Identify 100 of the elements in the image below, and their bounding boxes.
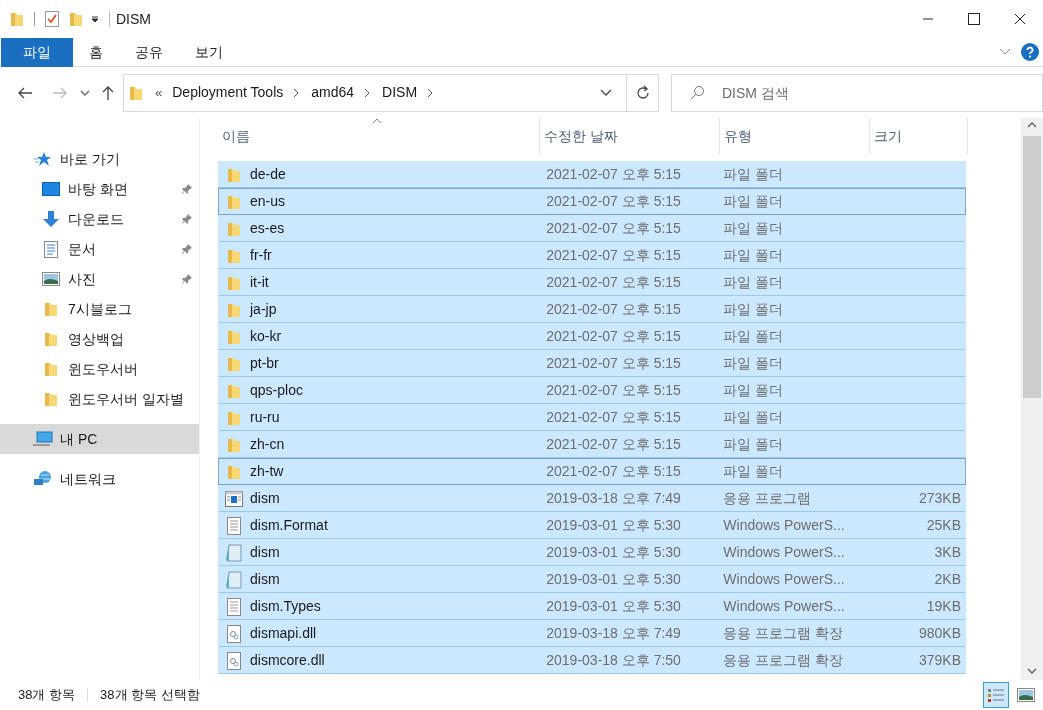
sidebar-item[interactable]: 바로 가기 [0,144,199,174]
type-cell: 파일 폴더 [723,409,784,425]
sidebar-item[interactable]: 7시블로그 [0,294,199,324]
date-cell: 2019-03-18 오후 7:50 [546,652,681,668]
size-cell-text: 19KB [926,597,961,616]
file-row[interactable]: dism 2019-03-01 오후 5:30 Windows PowerS... 2KB [218,566,966,593]
type-cell: 파일 폴더 [723,274,784,290]
help-icon[interactable] [1021,43,1039,61]
type-cell: Windows PowerS... [723,544,845,560]
sidebar-item[interactable]: 사진 [0,264,199,294]
ribbon-tab[interactable]: 보기 [179,37,239,67]
file-row[interactable]: it-it 2021-02-07 오후 5:15 파일 폴더 [218,269,966,296]
file-row[interactable]: dismcore.dll 2019-03-18 오후 7:50 응용 프로그램 확장 379KB [218,647,966,674]
file-row[interactable]: dism 2019-03-18 오후 7:49 응용 프로그램 273KB [218,485,966,512]
type-cell: 응용 프로그램 [723,490,812,506]
file-name: dismcore.dll [250,651,325,670]
breadcrumb[interactable]: DISM [382,82,418,103]
file-row[interactable]: dism 2019-03-01 오후 5:30 Windows PowerS... 3KB [218,539,966,566]
sidebar-item[interactable]: 문서 [0,234,199,264]
recent-dropdown-icon[interactable] [80,89,90,96]
checklist-icon[interactable] [45,11,59,27]
breadcrumb[interactable]: amd64 [311,82,355,103]
landscape-picture-icon [40,272,62,286]
file-row[interactable]: zh-tw 2021-02-07 오후 5:15 파일 폴더 [218,458,966,485]
date-cell: 2021-02-07 오후 5:15 [546,220,681,236]
type-cell: Windows PowerS... [723,598,845,614]
scroll-up-icon[interactable] [1027,122,1037,128]
file-row[interactable]: ko-kr 2021-02-07 오후 5:15 파일 폴더 [218,323,966,350]
chevron-right-icon[interactable] [427,87,434,98]
dropdown-icon[interactable] [91,16,99,22]
date-cell: 2021-02-07 오후 5:15 [546,436,681,452]
file-name: dismapi.dll [250,624,317,643]
refresh-button[interactable] [627,73,659,112]
sidebar-item[interactable]: 영상백업 [0,324,199,354]
file-name: it-it [250,273,269,292]
type-cell: 응용 프로그램 확장 [723,652,844,668]
ribbon-tab[interactable]: 공유 [119,37,179,67]
chevron-right-icon[interactable] [364,87,371,98]
file-row[interactable]: dismapi.dll 2019-03-18 오후 7:49 응용 프로그램 확장 980KB [218,620,966,647]
text-file-icon [224,597,244,616]
sidebar-item[interactable]: 네트워크 [0,464,199,494]
file-row[interactable]: pt-br 2021-02-07 오후 5:15 파일 폴더 [218,350,966,377]
address-bar[interactable]: « Deployment Tools amd64 DISM [123,73,628,112]
file-name: ko-kr [250,327,282,346]
search-field[interactable]: DISM 검색 [671,73,1043,112]
type-cell: 파일 폴더 [723,355,784,371]
sidebar-item[interactable]: 내 PC [0,424,199,454]
expand-ribbon-icon[interactable] [999,48,1011,56]
scrollbar[interactable] [1021,118,1043,680]
file-row[interactable]: dism.Types 2019-03-01 오후 5:30 Windows PowerS... 19KB [218,593,966,620]
view-toggle-button[interactable] [983,682,1009,708]
type-cell: 파일 폴더 [723,166,784,182]
type-cell: 파일 폴더 [723,301,784,317]
date-cell: 2019-03-01 오후 5:30 [546,571,681,587]
date-cell: 2021-02-07 오후 5:15 [546,382,681,398]
size-cell-text: 379KB [918,651,961,670]
date-cell: 2019-03-01 오후 5:30 [546,517,681,533]
file-name: en-us [250,192,286,211]
file-row[interactable]: ja-jp 2021-02-07 오후 5:15 파일 폴더 [218,296,966,323]
back-arrow-icon[interactable] [17,86,33,99]
ribbon-tab[interactable]: 파일 [1,37,73,67]
scroll-down-icon[interactable] [1027,668,1037,674]
sidebar-item[interactable]: 바탕 화면 [0,174,199,204]
pin-icon [181,213,193,225]
chevron-right-icon[interactable] [293,87,300,98]
up-arrow-icon[interactable] [102,84,114,101]
column-header[interactable]: 이름 [218,118,540,154]
file-name: ru-ru [250,408,280,427]
breadcrumb[interactable]: Deployment Tools [172,82,284,103]
file-name: ja-jp [250,300,277,319]
notepad-icon [224,570,244,589]
file-name: es-es [250,219,285,238]
file-row[interactable]: zh-cn 2021-02-07 오후 5:15 파일 폴더 [218,431,966,458]
type-cell: Windows PowerS... [723,571,845,587]
file-row[interactable]: es-es 2021-02-07 오후 5:15 파일 폴더 [218,215,966,242]
sidebar-item[interactable]: 윈도우서버 일자별 [0,384,199,414]
network-globe-icon [32,470,54,488]
item-count: 38개 항목 [18,686,76,705]
file-name: fr-fr [250,246,272,265]
sidebar-item[interactable]: 윈도우서버 [0,354,199,384]
dropdown-chevron-icon[interactable] [600,89,613,96]
scroll-thumb[interactable] [1023,136,1041,398]
date-cell: 2021-02-07 오후 5:15 [546,463,681,479]
pin-icon [181,183,193,195]
window-title: DISM [116,9,151,29]
monitor-icon [40,182,62,196]
column-header[interactable]: 수정한 날짜 [540,118,720,154]
file-row[interactable]: en-us 2021-02-07 오후 5:15 파일 폴더 [218,188,966,215]
file-row[interactable]: ru-ru 2021-02-07 오후 5:15 파일 폴더 [218,404,966,431]
file-row[interactable]: de-de 2021-02-07 오후 5:15 파일 폴더 [218,161,966,188]
sidebar-item[interactable]: 다운로드 [0,204,199,234]
overflow-chevron[interactable]: « [155,82,163,103]
column-header[interactable]: 유형 [720,118,870,154]
details-view-icon [987,687,1005,703]
column-header[interactable]: 크기 [870,118,968,154]
date-cell: 2021-02-07 오후 5:15 [546,274,681,290]
ribbon-tab[interactable]: 홈 [73,37,119,67]
file-row[interactable]: fr-fr 2021-02-07 오후 5:15 파일 폴더 [218,242,966,269]
file-row[interactable]: qps-ploc 2021-02-07 오후 5:15 파일 폴더 [218,377,966,404]
file-row[interactable]: dism.Format 2019-03-01 오후 5:30 Windows PowerS... 25KB [218,512,966,539]
